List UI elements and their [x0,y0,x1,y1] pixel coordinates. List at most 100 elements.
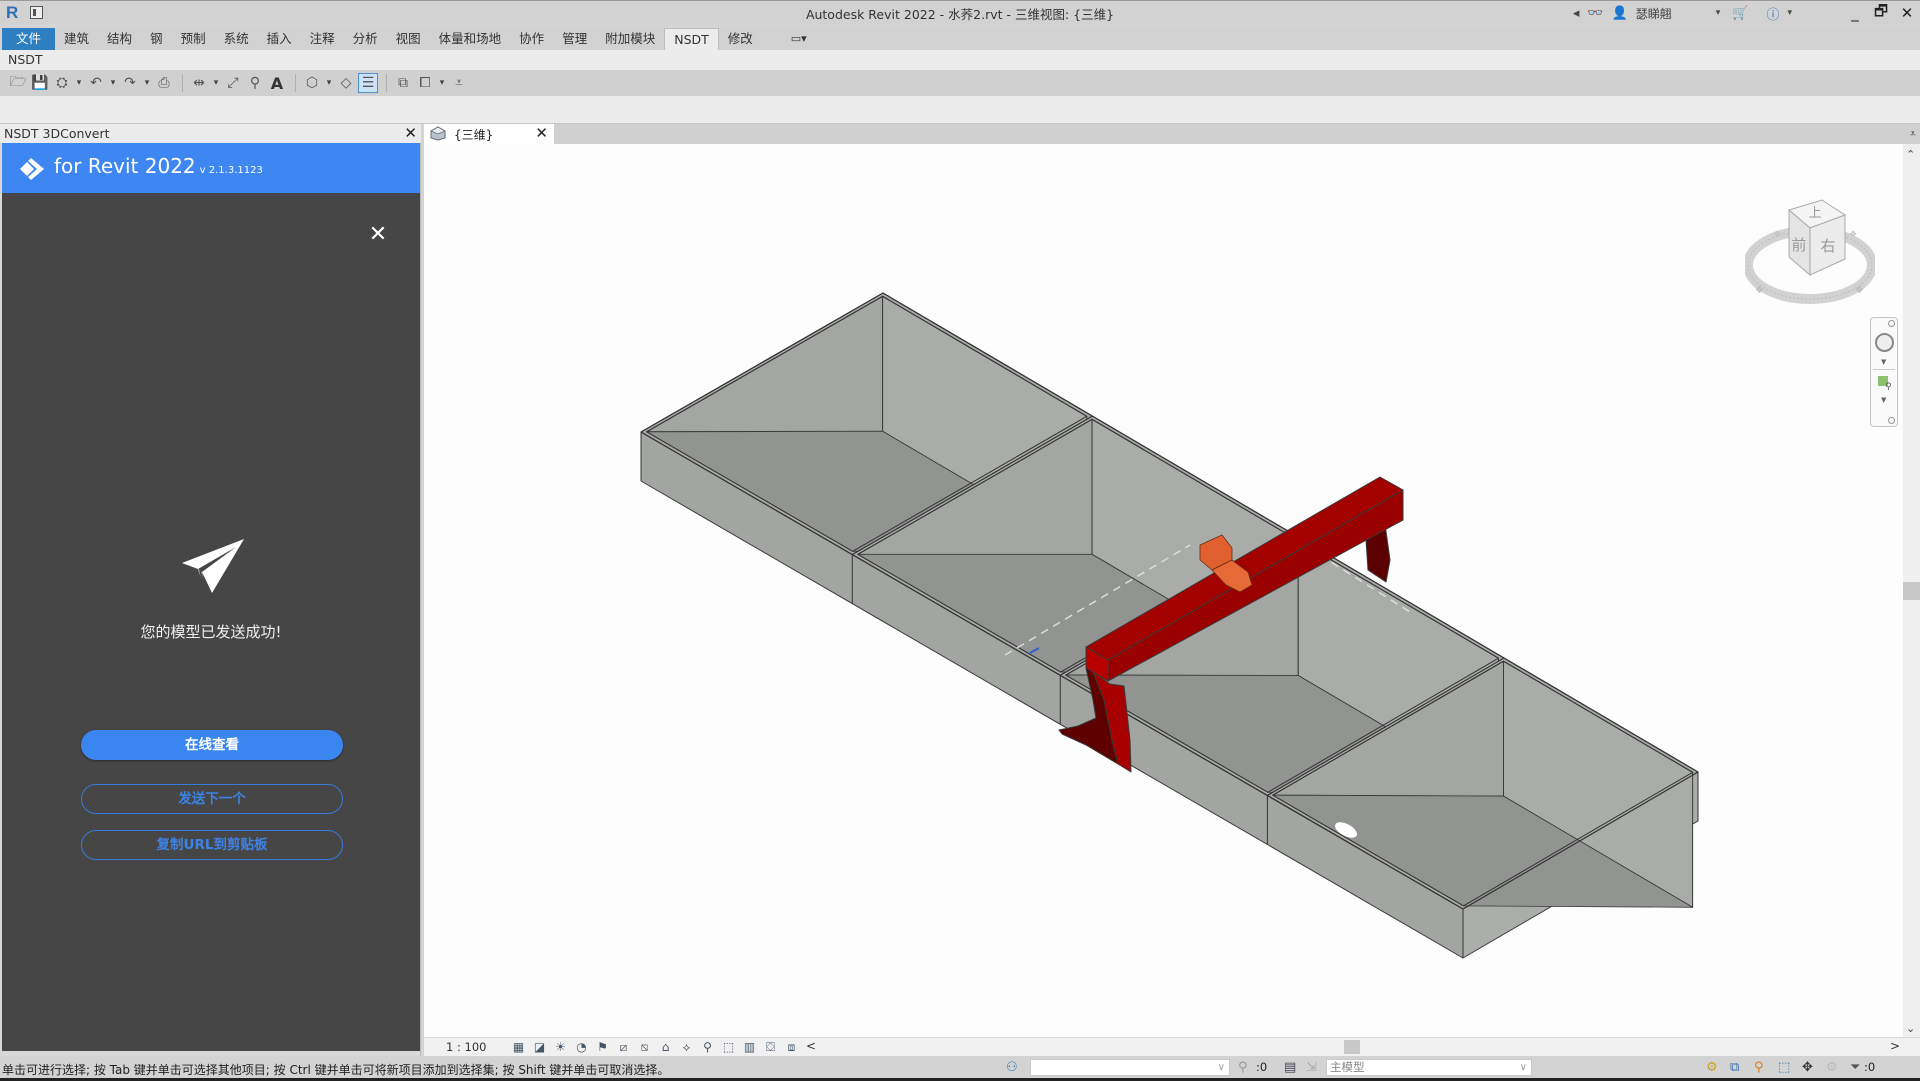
worksharing-icon[interactable]: ⧈ [781,1040,802,1055]
text-icon[interactable]: A [267,73,287,93]
exclude-options-icon[interactable]: ⇲ [1306,1060,1317,1075]
tab-3d-view[interactable]: {三维} ✕ [424,124,554,144]
select-underlay-icon[interactable]: ⧉ [1730,1060,1739,1075]
minimize-button[interactable]: _ [1842,4,1868,22]
ribbon-tab[interactable]: 插入 [258,28,301,50]
copy-url-button[interactable]: 复制URL到剪贴板 [81,830,343,860]
select-links-icon[interactable]: ⚙ [1706,1060,1718,1075]
close-hidden-icon[interactable]: ⧉ [393,73,413,93]
sun-path-icon[interactable]: ☀ [550,1040,571,1055]
undo-icon[interactable]: ↶ [86,73,106,93]
workset-select[interactable]: ∨ [1030,1059,1230,1076]
compass-e-icon[interactable]: ❖ [1849,230,1857,240]
save-icon[interactable]: 💾 [30,73,50,93]
viewcube-front-label[interactable]: 前 [1791,236,1806,254]
binoculars-icon[interactable]: 👓 [1587,6,1603,21]
section-icon[interactable]: ◇ [336,73,356,93]
scroll-down-icon[interactable]: ⌄ [1906,1022,1915,1035]
ribbon-tab[interactable]: 分析 [344,28,387,50]
reveal-constraints-icon[interactable]: ⛋ [760,1040,781,1055]
scroll-thumb[interactable] [1903,582,1920,600]
shadows-icon[interactable]: ◔ [571,1040,592,1055]
tab-close-icon[interactable]: ✕ [535,124,548,142]
model-canvas[interactable] [424,144,1903,1037]
show-crop-icon[interactable]: ⧅ [634,1040,655,1055]
dropdown-icon[interactable]: ▾ [211,73,221,93]
steering-wheel-dropdown-icon[interactable]: ▼ [1881,358,1886,366]
compass-n-icon[interactable]: ❖ [1773,230,1781,240]
dropdown-icon[interactable]: ▾ [437,73,447,93]
open-icon[interactable]: 🗁 [8,73,28,93]
3d-view-icon[interactable]: ⬡ [302,73,322,93]
workset-dropdown-icon[interactable]: ∨ [1218,1060,1225,1075]
temp-hide-icon[interactable]: ⟡ [676,1040,697,1055]
ribbon-tab[interactable]: 管理 [553,28,596,50]
select-by-face-icon[interactable]: ⬚ [1778,1060,1790,1075]
design-options-icon[interactable]: ▤ [1284,1060,1296,1075]
zoom-dropdown-icon[interactable]: ▼ [1881,396,1886,404]
dropdown-icon[interactable]: ▾ [108,73,118,93]
analytical-icon[interactable]: ⬚ [718,1040,739,1055]
viewcube-cube[interactable]: 上 前 右 [1787,199,1847,277]
dropdown-icon[interactable]: ▾ [324,73,334,93]
ribbon-tab[interactable]: 附加模块 [596,28,664,50]
design-option-select[interactable]: 主模型 ∨ [1326,1059,1532,1076]
select-pinned-icon[interactable]: ⚲ [1754,1060,1764,1075]
viewcube[interactable]: 上 前 右 ❖ ❖ ❖ ❖ [1745,195,1875,310]
navbar-options-icon[interactable] [1888,417,1895,424]
highlight-displacement-icon[interactable]: ▥ [739,1040,760,1055]
cart-icon[interactable]: 🛒 [1732,6,1748,21]
worksets-icon[interactable]: ⚇ [1006,1060,1018,1075]
dialog-close-icon[interactable]: ✕ [366,223,390,247]
ribbon-tab[interactable]: NSDT [664,28,719,50]
hscroll-left-icon[interactable]: < [806,1039,816,1053]
ribbon-tab[interactable]: 结构 [98,28,141,50]
compass-w-icon[interactable]: ❖ [1755,285,1764,296]
print-icon[interactable]: ⎙ [154,73,174,93]
panel-close-icon[interactable]: ✕ [404,124,417,142]
ribbon-tab[interactable]: 建筑 [55,28,98,50]
send-next-button[interactable]: 发送下一个 [81,784,343,814]
reveal-hidden-icon[interactable]: ⚲ [697,1040,718,1055]
steering-wheel-icon[interactable] [1875,333,1894,352]
detail-level-icon[interactable]: ▦ [508,1040,529,1055]
dropdown-icon[interactable]: ▾ [74,73,84,93]
view-online-button[interactable]: 在线查看 [81,730,343,760]
render-icon[interactable]: ⚑ [592,1040,613,1055]
viewcube-right-label[interactable]: 右 [1820,237,1835,255]
measure-icon[interactable]: ⇹ [189,73,209,93]
close-button[interactable]: ✕ [1894,4,1920,22]
navbar-close-icon[interactable] [1888,320,1895,327]
switch-windows-icon[interactable]: ⧠ [415,73,435,93]
customize-icon[interactable]: ⩡ [449,73,469,93]
help-dropdown-icon[interactable]: ▾ [1787,8,1792,18]
ribbon-tab[interactable]: 体量和场地 [430,28,511,50]
background-process-icon[interactable]: ⚙ [1826,1060,1838,1075]
ribbon-tab[interactable]: 文件 [2,28,56,50]
editable-only-icon[interactable]: ⚲ [1238,1060,1248,1075]
ribbon-dropdown-button[interactable]: ▭▾ [782,28,816,50]
filter-icon[interactable]: ⏷ [1850,1060,1860,1075]
horizontal-scroll-thumb[interactable] [1344,1040,1360,1054]
view-scale[interactable]: 1 : 100 [446,1040,486,1054]
visual-style-icon[interactable]: ◪ [529,1040,550,1055]
drag-on-selection-icon[interactable]: ✥ [1802,1060,1813,1075]
hscroll-right-icon[interactable]: > [1890,1039,1900,1053]
nav-back-icon[interactable]: ◂ [1573,6,1580,21]
tab-menu-icon[interactable]: ⩡ [1910,127,1916,141]
3d-viewport[interactable] [424,144,1903,1037]
ribbon-tab[interactable]: 协作 [510,28,553,50]
ribbon-tab[interactable]: 系统 [215,28,258,50]
ribbon-tab[interactable]: 钢 [141,28,172,50]
user-name[interactable]: 瑟睇翹 [1636,5,1672,22]
redo-icon[interactable]: ↷ [120,73,140,93]
compass-s-icon[interactable]: ❖ [1855,285,1864,296]
scroll-up-icon[interactable]: ⌃ [1906,148,1915,161]
crop-view-icon[interactable]: ⧄ [613,1040,634,1055]
restore-button[interactable]: 🗗 [1868,1,1894,26]
sync-icon[interactable]: ⛭ [52,73,72,93]
dropdown-icon[interactable]: ▾ [142,73,152,93]
tag-icon[interactable]: ⚲ [245,73,265,93]
ribbon-tab[interactable]: 视图 [387,28,430,50]
ribbon-tab[interactable]: 预制 [172,28,215,50]
